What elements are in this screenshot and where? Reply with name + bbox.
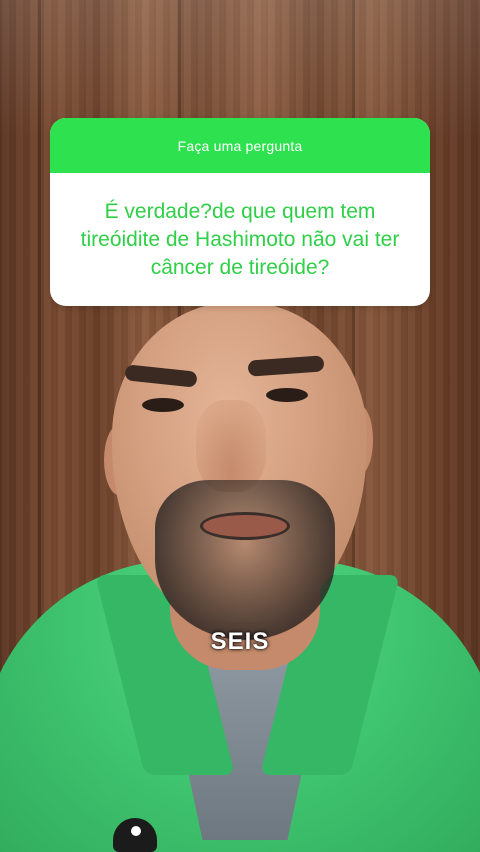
subtitle-caption: SEIS	[210, 628, 270, 655]
eye-right	[266, 388, 308, 402]
beard	[155, 480, 335, 640]
microphone-logo-dot	[131, 826, 141, 836]
question-text: É verdade?de que quem tem tireóidite de …	[80, 199, 400, 279]
nose	[196, 400, 266, 492]
eye-left	[142, 398, 184, 412]
mouth	[200, 512, 290, 540]
video-frame[interactable]: Faça uma pergunta É verdade?de que quem …	[0, 0, 480, 852]
question-sticker[interactable]: Faça uma pergunta É verdade?de que quem …	[50, 118, 430, 306]
question-sticker-header: Faça uma pergunta	[50, 118, 430, 173]
